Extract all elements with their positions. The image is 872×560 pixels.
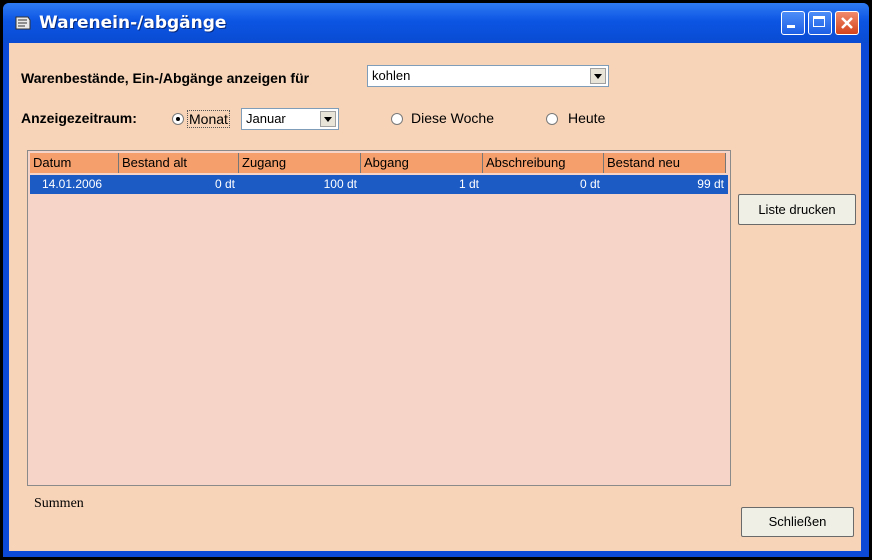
- product-select-value: kohlen: [372, 68, 411, 83]
- cell-write-off: 0 dt: [579, 177, 600, 191]
- maximize-button[interactable]: [808, 11, 832, 35]
- cell-date: 14.01.2006: [42, 177, 103, 191]
- close-icon: [841, 17, 853, 29]
- minimize-button[interactable]: [781, 11, 805, 35]
- radio-this-week[interactable]: [391, 113, 403, 125]
- stock-movement-table[interactable]: Datum Bestand alt Zugang Abgang Abschrei…: [27, 150, 731, 486]
- window: Warenein-/abgänge Warenbestände, Ein-/Ab…: [3, 3, 869, 557]
- product-select[interactable]: kohlen: [367, 65, 609, 87]
- month-select-value: Januar: [246, 111, 286, 126]
- cell-outgoing: 1 dt: [458, 177, 479, 191]
- column-header-new-stock[interactable]: Bestand neu: [604, 153, 726, 173]
- radio-this-week-label[interactable]: Diese Woche: [411, 110, 494, 126]
- sums-label: Summen: [34, 496, 84, 511]
- month-select[interactable]: Januar: [241, 108, 339, 130]
- dialog-body: Warenbestände, Ein-/Abgänge anzeigen für…: [9, 43, 861, 551]
- radio-today-label[interactable]: Heute: [568, 110, 605, 126]
- column-header-date[interactable]: Datum: [30, 153, 119, 173]
- column-header-write-off[interactable]: Abschreibung: [483, 153, 604, 173]
- app-icon: [15, 16, 31, 30]
- table-row[interactable]: 14.01.2006 0 dt 100 dt 1 dt 0 dt 99 dt: [30, 175, 728, 194]
- cell-old-stock: 0 dt: [214, 177, 235, 191]
- title-bar[interactable]: Warenein-/abgänge: [3, 3, 869, 43]
- close-button[interactable]: Schließen: [741, 507, 854, 537]
- product-filter-label: Warenbestände, Ein-/Abgänge anzeigen für: [21, 70, 310, 86]
- print-list-button[interactable]: Liste drucken: [738, 194, 856, 225]
- column-header-outgoing[interactable]: Abgang: [361, 153, 483, 173]
- column-header-incoming[interactable]: Zugang: [239, 153, 361, 173]
- column-header-old-stock[interactable]: Bestand alt: [119, 153, 239, 173]
- window-title: Warenein-/abgänge: [39, 13, 227, 33]
- maximize-icon: [813, 16, 825, 27]
- chevron-down-icon[interactable]: [320, 111, 336, 127]
- period-label: Anzeigezeitraum:: [21, 110, 137, 126]
- chevron-down-icon[interactable]: [590, 68, 606, 84]
- radio-today[interactable]: [546, 113, 558, 125]
- radio-month[interactable]: [172, 113, 184, 125]
- cell-incoming: 100 dt: [323, 177, 357, 191]
- minimize-icon: [787, 25, 795, 28]
- close-window-button[interactable]: [835, 11, 859, 35]
- radio-month-label[interactable]: Monat: [187, 110, 230, 128]
- cell-new-stock: 99 dt: [697, 177, 724, 191]
